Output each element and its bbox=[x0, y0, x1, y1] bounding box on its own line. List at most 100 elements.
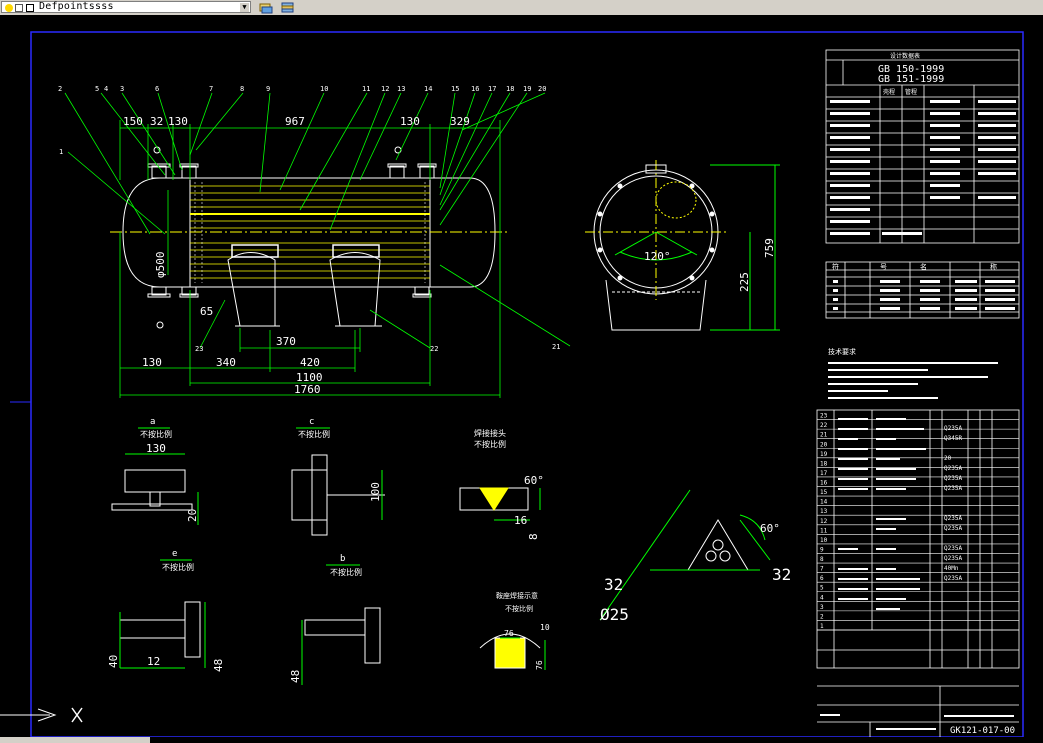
dim-text: 370 bbox=[276, 335, 296, 348]
leader-number: 20 bbox=[538, 85, 546, 93]
drawing-canvas[interactable]: 1 2 5 4 3 6 7 8 9 10 11 12 13 14 15 16 1… bbox=[0, 15, 1043, 737]
chevron-down-icon[interactable]: ▼ bbox=[240, 3, 249, 12]
detail-saddle-scale: 不按比例 bbox=[505, 604, 533, 613]
bom-material: Q235A bbox=[944, 575, 962, 582]
dim-text: 130 bbox=[168, 115, 188, 128]
nozzle-head: 名 bbox=[920, 262, 927, 271]
leader-number: 16 bbox=[471, 85, 479, 93]
bom-material: Q235A bbox=[944, 525, 962, 532]
leader-number: 19 bbox=[523, 85, 531, 93]
tech-req-title: 技术要求 bbox=[828, 347, 856, 356]
detail-e-scale: 不按比例 bbox=[162, 562, 194, 572]
bom-row-number: 15 bbox=[820, 489, 828, 496]
leader-number: 9 bbox=[266, 85, 270, 93]
leader-number: 15 bbox=[451, 85, 459, 93]
leader-number: 3 bbox=[120, 85, 124, 93]
dim-text: 48 bbox=[212, 659, 225, 672]
dim-text: 60° bbox=[760, 522, 780, 535]
lock-icon[interactable] bbox=[15, 4, 23, 12]
detail-c-title: c bbox=[309, 417, 314, 427]
dim-text: 150 bbox=[123, 115, 143, 128]
layer-toolbar: Defpointssss ▼ bbox=[0, 0, 1043, 16]
leader-number: 6 bbox=[155, 85, 159, 93]
detail-saddle-title: 鞍座焊接示意 bbox=[496, 591, 538, 600]
bom-row-number: 10 bbox=[820, 537, 828, 544]
drawing-number: GK121-017-00 bbox=[950, 726, 1015, 736]
dim-text: 10 bbox=[540, 623, 550, 632]
dim-text: 759 bbox=[763, 238, 776, 258]
detail-a-title: a bbox=[150, 417, 155, 427]
dim-text: 1760 bbox=[294, 383, 321, 396]
bom-row-number: 17 bbox=[820, 470, 828, 477]
bom-row-number: 23 bbox=[820, 413, 828, 420]
dim-text: 8 bbox=[527, 533, 540, 540]
bom-row-number: 3 bbox=[820, 604, 824, 611]
bom-material: Q235A bbox=[944, 515, 962, 522]
leader-number: 18 bbox=[506, 85, 514, 93]
layer-previous-icon[interactable] bbox=[280, 0, 296, 14]
nozzle-head: 称 bbox=[990, 262, 997, 271]
dim-text: 60° bbox=[524, 474, 544, 487]
status-bar bbox=[0, 737, 150, 743]
layer-dropdown[interactable]: Defpointssss ▼ bbox=[1, 1, 251, 13]
sun-icon[interactable] bbox=[5, 4, 13, 12]
bom-row-number: 13 bbox=[820, 508, 828, 515]
dim-text: Ø25 bbox=[600, 605, 629, 624]
bom-row-number: 11 bbox=[820, 527, 828, 534]
dim-text: 12 bbox=[147, 655, 160, 668]
leader-number: 12 bbox=[381, 85, 389, 93]
bom-material: Q235A bbox=[944, 555, 962, 562]
dim-text: 225 bbox=[738, 272, 751, 292]
bom-row-number: 2 bbox=[820, 613, 824, 620]
spec-standard: GB 151-1999 bbox=[878, 74, 944, 85]
bom-row-number: 6 bbox=[820, 575, 824, 582]
bom-row-number: 18 bbox=[820, 460, 828, 467]
dim-text: 32 bbox=[772, 565, 791, 584]
dim-text: 130 bbox=[146, 442, 166, 455]
leader-number: 5 bbox=[95, 85, 99, 93]
detail-b-scale: 不按比例 bbox=[330, 567, 362, 577]
bom-row-number: 12 bbox=[820, 518, 828, 525]
leader-number: 14 bbox=[424, 85, 432, 93]
detail-weld-title: 焊接接头 bbox=[474, 428, 506, 438]
spec-col-head: 管程 bbox=[905, 88, 917, 96]
dim-text: φ500 bbox=[154, 252, 167, 279]
spec-col-head: 壳程 bbox=[883, 88, 895, 96]
layer-states-icon[interactable] bbox=[258, 0, 274, 14]
bom-material: 40Mn bbox=[944, 565, 959, 572]
leader-number: 8 bbox=[240, 85, 244, 93]
dim-text: 16 bbox=[514, 514, 527, 527]
spec-title: 设计数据表 bbox=[890, 52, 920, 60]
nozzle-head: 号 bbox=[880, 263, 887, 271]
bom-row-number: 14 bbox=[820, 499, 828, 506]
bom-material: Q235A bbox=[944, 465, 962, 472]
leader-number: 4 bbox=[104, 85, 108, 93]
bom-row-number: 21 bbox=[820, 432, 828, 439]
dim-text: 32 bbox=[604, 575, 623, 594]
bom-material: Q235A bbox=[944, 545, 962, 552]
nozzle-head: 符 bbox=[832, 262, 839, 271]
dim-text: 420 bbox=[300, 356, 320, 369]
bom-row-number: 20 bbox=[820, 441, 828, 448]
leader-number: 17 bbox=[488, 85, 496, 93]
dim-text: 120° bbox=[644, 250, 671, 263]
leader-number: 2 bbox=[58, 85, 62, 93]
bom-material: 20 bbox=[944, 455, 952, 462]
detail-e-title: e bbox=[172, 549, 177, 559]
dim-text: 32 bbox=[150, 115, 163, 128]
bom-row-number: 4 bbox=[820, 594, 824, 601]
leader-number: 11 bbox=[362, 85, 370, 93]
leader-number: 10 bbox=[320, 85, 328, 93]
bom-row-number: 22 bbox=[820, 422, 828, 429]
dim-text: 76 bbox=[535, 660, 544, 670]
leader-number: 22 bbox=[430, 345, 438, 353]
dim-text: 76 bbox=[504, 629, 514, 638]
dim-text: 100 bbox=[369, 482, 382, 502]
dim-text: 130 bbox=[142, 356, 162, 369]
color-swatch-icon bbox=[26, 4, 34, 12]
dim-text: 40 bbox=[107, 655, 120, 668]
bom-row-number: 16 bbox=[820, 480, 828, 487]
detail-weld-scale: 不按比例 bbox=[474, 439, 506, 449]
bom-row-number: 1 bbox=[820, 623, 824, 630]
leader-number: 1 bbox=[59, 148, 63, 156]
